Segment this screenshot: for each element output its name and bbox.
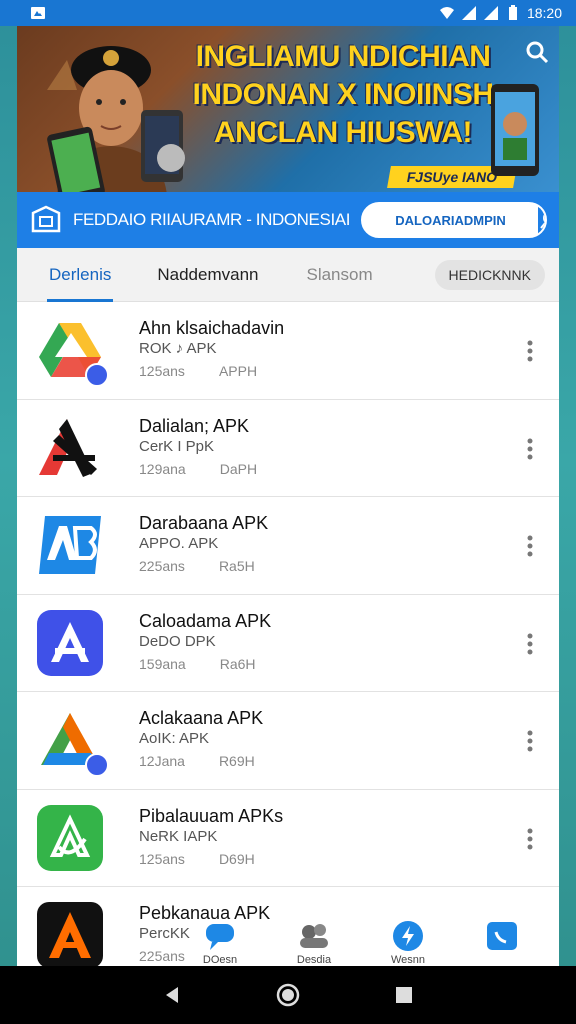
signal-icon bbox=[461, 6, 476, 20]
shield-icon bbox=[393, 921, 423, 951]
tab-derlenis[interactable]: Derlenis bbox=[46, 248, 114, 302]
app-name: Darabaana APK bbox=[139, 513, 269, 534]
header-bar: FEDDAIO RIIAURAMR - INDONESIAI bbox=[17, 192, 559, 248]
header-title: FEDDAIO RIIAURAMR - INDONESIAI bbox=[73, 210, 351, 229]
app-screen: INGLIAMU NDICHIAN INDONAN X INOIINSH ANC… bbox=[17, 26, 559, 966]
app-type: D69H bbox=[218, 850, 255, 867]
app-subtitle: CerK I PpK bbox=[139, 437, 215, 455]
list-item[interactable]: Dalialan; APK CerK I PpK 129ana DaPH bbox=[17, 399, 559, 497]
more-options-icon[interactable] bbox=[527, 730, 533, 752]
signal-icon bbox=[483, 6, 498, 20]
person-illustration bbox=[47, 46, 185, 192]
status-time: 18:20 bbox=[526, 5, 562, 21]
list-item[interactable]: Darabaana APK APPO. APK 225ans Ra5H bbox=[17, 497, 559, 595]
list-item[interactable]: Caloadama APK DeDO DPK 159ana Ra6H bbox=[17, 594, 559, 692]
banner-headline: INGLIAMU NDICHIAN INDONAN X INOIINSH ANC… bbox=[173, 38, 513, 152]
search-icon[interactable] bbox=[525, 40, 549, 64]
battery-icon bbox=[508, 5, 517, 20]
status-bar: 18:20 bbox=[0, 0, 576, 26]
recents-icon[interactable] bbox=[394, 985, 414, 1005]
group-icon bbox=[300, 924, 328, 948]
back-icon[interactable] bbox=[162, 985, 182, 1005]
app-name: Dalialan; APK bbox=[139, 415, 250, 436]
app-count: 125ans bbox=[139, 850, 185, 867]
more-options-icon[interactable] bbox=[527, 535, 533, 557]
banner-line: INGLIAMU NDICHIAN bbox=[195, 40, 491, 73]
search-icon bbox=[540, 213, 545, 229]
list-item[interactable]: Pibalauuam APKs NeRK IAPK 125ans D69H bbox=[17, 789, 559, 887]
app-type: Ra6H bbox=[219, 655, 256, 672]
badge-icon bbox=[85, 753, 109, 778]
app-count: 12Jana bbox=[139, 753, 185, 770]
badge-icon bbox=[85, 363, 109, 388]
search-input[interactable] bbox=[363, 212, 538, 228]
nav-chat[interactable]: DOesn bbox=[173, 910, 267, 966]
app-store-icon bbox=[37, 609, 103, 676]
home-icon[interactable] bbox=[276, 983, 300, 1007]
banner-line: INDONAN X INOIINSH bbox=[192, 78, 494, 111]
app-subtitle: APPO. APK bbox=[139, 535, 219, 553]
system-nav-bar bbox=[0, 966, 576, 1024]
wifi-icon bbox=[439, 7, 454, 19]
banner-line: ANCLAN HIUSWA! bbox=[214, 116, 472, 149]
more-options-icon[interactable] bbox=[527, 438, 533, 460]
app-subtitle: NeRK IAPK bbox=[139, 827, 218, 845]
tab-slansom[interactable]: Slansom bbox=[306, 248, 372, 302]
app-list: Ahn klsaichadavin ROK ♪ APK 125ans APPH D… bbox=[17, 302, 559, 966]
more-options-icon[interactable] bbox=[527, 340, 533, 362]
list-item[interactable]: Aclakaana APK AoIK: APK 12Jana R69H bbox=[17, 692, 559, 790]
app-name: Pibalauuam APKs bbox=[139, 805, 284, 826]
nav-label: Wesnn bbox=[390, 954, 426, 966]
phone-icon bbox=[487, 922, 517, 950]
triangle-logo-icon bbox=[37, 415, 103, 481]
app-type: Ra5H bbox=[218, 558, 255, 575]
app-subtitle: DeDO DPK bbox=[139, 632, 216, 650]
search-box[interactable] bbox=[361, 202, 547, 238]
google-drive-icon bbox=[37, 317, 109, 388]
green-app-icon bbox=[37, 804, 103, 871]
more-options-icon[interactable] bbox=[527, 828, 533, 850]
category-tabs: Derlenis Naddemvann Slansom HEDICKNNK bbox=[17, 248, 559, 302]
nav-label: Desdia bbox=[296, 954, 332, 966]
app-subtitle: AoIK: APK bbox=[139, 730, 210, 748]
app-type: DaPH bbox=[219, 460, 258, 477]
app-count: 159ana bbox=[139, 655, 186, 672]
notification-icon bbox=[31, 7, 45, 19]
nav-label: DOesn bbox=[202, 954, 238, 966]
more-options-icon[interactable] bbox=[527, 633, 533, 655]
nav-shield[interactable]: Wesnn bbox=[361, 910, 455, 966]
app-subtitle: ROK ♪ APK bbox=[139, 340, 217, 358]
app-name: Caloadama APK bbox=[139, 610, 272, 631]
app-type: APPH bbox=[218, 363, 258, 380]
nav-phone[interactable] bbox=[455, 910, 549, 954]
search-button[interactable] bbox=[538, 204, 545, 236]
app-count: 225ans bbox=[139, 558, 185, 575]
tab-naddemvann[interactable]: Naddemvann bbox=[157, 248, 258, 302]
app-count: 125ans bbox=[139, 363, 185, 380]
app-type: R69H bbox=[218, 753, 255, 770]
ab-logo-icon bbox=[37, 512, 103, 578]
app-name: Aclakaana APK bbox=[139, 708, 264, 729]
app-count: 129ana bbox=[139, 460, 186, 477]
filter-pill[interactable]: HEDICKNNK bbox=[434, 259, 545, 290]
promo-banner[interactable]: INGLIAMU NDICHIAN INDONAN X INOIINSH ANC… bbox=[17, 26, 559, 192]
chat-icon bbox=[206, 924, 234, 950]
app-name: Ahn klsaichadavin bbox=[139, 318, 285, 339]
store-logo-icon[interactable] bbox=[29, 203, 63, 237]
list-item[interactable]: Ahn klsaichadavin ROK ♪ APK 125ans APPH bbox=[17, 302, 559, 400]
phone-illustration bbox=[491, 84, 539, 176]
nav-group[interactable]: Desdia bbox=[267, 910, 361, 966]
bottom-nav: DOesn Desdia Wesnn bbox=[17, 910, 559, 966]
drive-triangle-icon bbox=[37, 707, 109, 778]
